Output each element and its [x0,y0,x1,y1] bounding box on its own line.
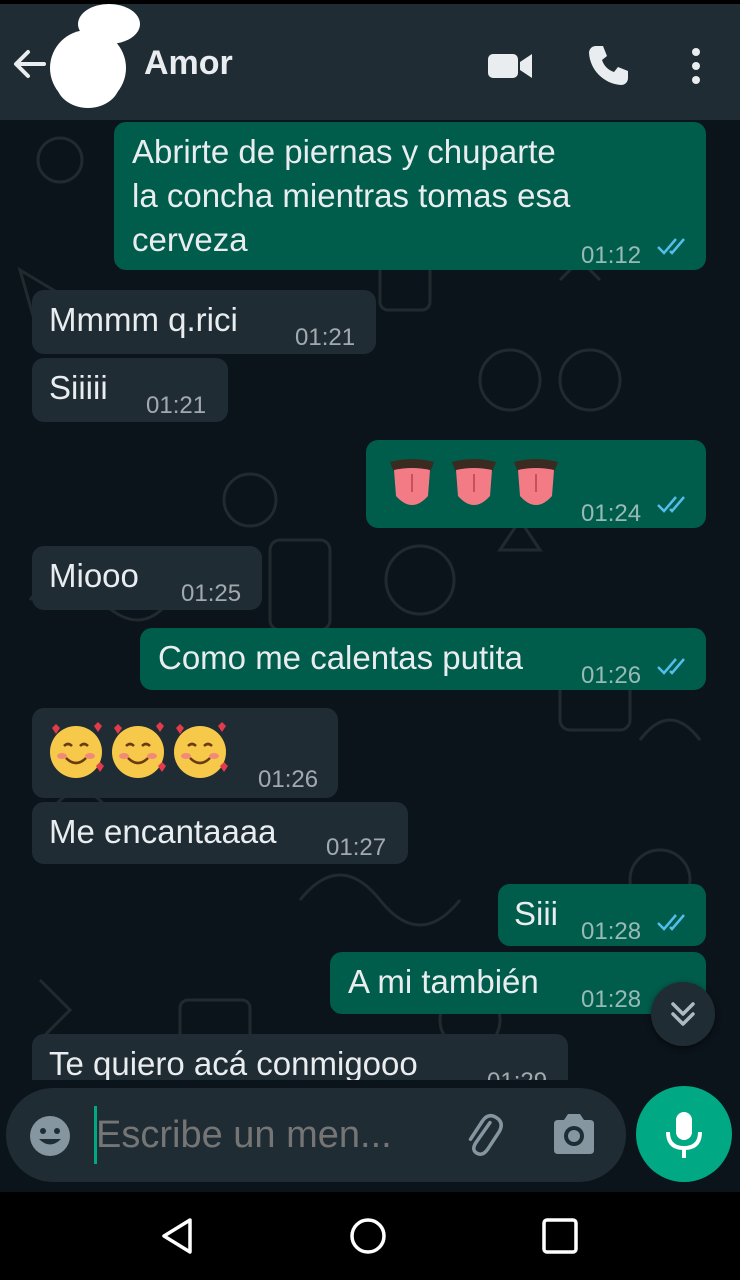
system-navigation-bar [0,1192,740,1280]
message-text: Como me calentas putita [158,639,524,676]
message-time: 01:26 [581,662,642,689]
double-check-icon [657,658,685,675]
message-time: 01:29 [487,1060,547,1080]
message-bubble-outgoing[interactable]: Como me calentas putita 01:26 [140,628,706,690]
message-bubble-incoming[interactable]: Me encantaaaa 01:27 [32,802,408,864]
message-bubble-outgoing[interactable]: Abrirte de piernas y chuparte la concha … [114,122,706,270]
message-time: 01:21 [146,392,207,419]
message-time: 01:28 [581,918,642,945]
message-text-line: cerveza [132,221,248,258]
video-call-icon[interactable] [486,42,534,90]
message-text: Miooo [49,557,139,594]
message-text: Me encantaaaa [49,813,277,850]
voice-message-button[interactable] [636,1086,732,1182]
emoji-icon[interactable] [28,1114,72,1158]
avatar-redaction [78,4,140,44]
message-time: 01:21 [295,324,356,351]
phone-icon[interactable] [584,42,632,90]
message-clip: Te quiero acá conmigooo 01:29 [0,1030,740,1080]
message-input[interactable] [96,1106,436,1164]
contact-name[interactable]: Amor [144,44,233,83]
message-text: Siii [514,895,559,932]
message-bubble-incoming[interactable]: 🥰🥰🥰 01:26 [32,708,338,798]
message-time: 01:27 [326,834,387,861]
message-bubble-outgoing[interactable]: A mi también 01:28 [330,952,706,1014]
message-bubble-outgoing[interactable]: Siii 01:28 [498,884,706,946]
chat-header: Amor [0,4,740,120]
message-time: 01:24 [581,500,642,527]
arrow-left-icon[interactable] [8,42,52,86]
message-bubble-incoming[interactable]: Miooo 01:25 [32,546,262,610]
message-time: 01:26 [258,766,319,793]
message-text-line: la concha mientras tomas esa [132,177,571,214]
camera-icon[interactable] [550,1112,598,1156]
message-text: A mi también [348,963,539,1000]
smiling-face-hearts-emoji-icon [50,722,228,778]
double-chevron-down-icon [671,1002,695,1026]
circle-home-icon[interactable] [348,1216,388,1256]
message-time: 01:12 [581,242,642,269]
avatar-redaction [56,56,120,108]
scroll-to-bottom-button[interactable] [651,982,715,1046]
triangle-back-icon[interactable] [156,1214,200,1258]
message-bubble-incoming[interactable]: Te quiero acá conmigooo 01:29 [32,1034,568,1080]
message-text-line: Abrirte de piernas y chuparte [132,133,556,170]
message-time: 01:25 [181,580,242,607]
double-check-icon [657,496,685,513]
message-bubble-outgoing[interactable]: 👅👅👅 01:24 [366,440,706,528]
double-check-icon [657,238,685,255]
tongue-emoji-icon [390,459,558,505]
double-check-icon [657,914,685,931]
message-text: Mmmm q.rici [49,301,238,338]
message-text: Te quiero acá conmigooo [49,1045,418,1080]
more-vertical-icon[interactable] [672,42,720,90]
message-time: 01:28 [581,986,642,1013]
microphone-icon [666,1112,702,1158]
square-recents-icon[interactable] [540,1216,580,1256]
message-text: Siiiii [49,369,108,406]
paperclip-icon[interactable] [458,1110,508,1160]
message-bubble-incoming[interactable]: Siiiii 01:21 [32,358,228,422]
message-bubble-incoming[interactable]: Mmmm q.rici 01:21 [32,290,376,354]
